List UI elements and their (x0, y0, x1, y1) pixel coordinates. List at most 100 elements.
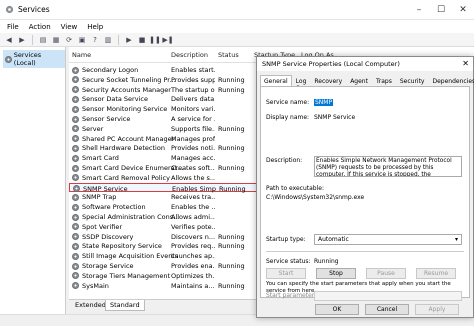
service-description: Maintains a... (171, 281, 215, 290)
service-name-cell: Special Administration Cons... (72, 213, 179, 221)
toolbar-separator (32, 34, 33, 45)
tab-traps[interactable]: Traps (372, 75, 396, 86)
service-name: Still Image Acquisition Events (82, 252, 179, 261)
service-name-cell: Still Image Acquisition Events (72, 252, 178, 260)
service-description: The startup o... (171, 85, 215, 94)
back-arrow-icon[interactable]: ◀ (4, 35, 14, 45)
gear-icon (72, 164, 79, 172)
service-name-label: Service name: (266, 99, 310, 106)
tab-recovery[interactable]: Recovery (310, 75, 346, 86)
stop-button[interactable]: Stop (316, 268, 356, 279)
ok-button[interactable]: OK (315, 304, 359, 315)
resume-button[interactable]: Resume (416, 268, 456, 279)
service-description: Allows the s... (171, 173, 215, 182)
start-parameters-input[interactable] (314, 291, 462, 301)
menu-action[interactable]: Action (29, 23, 51, 31)
service-name-cell: Software Protection (72, 203, 146, 211)
service-name-value[interactable]: SNMP (314, 99, 334, 106)
tab-standard[interactable]: Standard (105, 300, 145, 311)
service-description: Provides noti... (171, 144, 215, 153)
dialog-footer: OK Cancel Apply (257, 303, 473, 317)
service-name: State Repository Service (82, 242, 162, 251)
tab-security[interactable]: Security (396, 75, 429, 86)
service-name: Secure Socket Tunneling Pr... (82, 75, 176, 84)
help-icon[interactable]: ? (90, 35, 100, 45)
gear-icon (72, 135, 79, 143)
pause-service-icon[interactable]: ❚❚ (149, 35, 161, 45)
service-status: Running (218, 75, 245, 84)
restart-service-icon[interactable]: ▶❚ (162, 35, 173, 45)
cancel-button[interactable]: Cancel (365, 304, 409, 315)
tab-agent[interactable]: Agent (346, 75, 372, 86)
service-status-value: Running (314, 258, 339, 265)
menu-bar: File Action View Help (0, 20, 474, 33)
service-name-cell: Server (72, 125, 103, 133)
list-view-icon[interactable]: ▦ (51, 35, 61, 45)
gear-icon (72, 213, 79, 221)
console-tree: Services (Local) (0, 47, 66, 314)
start-button[interactable]: Start (266, 268, 306, 279)
stop-service-icon[interactable]: ■ (137, 35, 147, 45)
service-description: Launches ap... (171, 252, 215, 261)
apply-button[interactable]: Apply (415, 304, 459, 315)
start-service-icon[interactable]: ▶ (124, 35, 134, 45)
service-name-cell: SSDP Discovery (72, 233, 133, 241)
menu-file[interactable]: File (7, 23, 19, 31)
column-header-name[interactable]: Name (72, 51, 91, 62)
close-button[interactable]: ✕ (452, 0, 474, 20)
column-header-description[interactable]: Description (171, 51, 208, 62)
gear-icon (72, 76, 79, 84)
service-status-label: Service status: (266, 258, 311, 265)
toolbar-separator (118, 34, 119, 45)
dialog-titlebar: SNMP Service Properties (Local Computer)… (257, 57, 473, 71)
description-field[interactable]: Enables Simple Network Management Protoc… (314, 156, 462, 177)
service-name: Smart Card Removal Policy (82, 173, 170, 182)
service-name: Special Administration Cons... (82, 213, 180, 221)
maximize-button[interactable]: ☐ (430, 0, 452, 20)
service-name-cell: Sensor Monitoring Service (72, 105, 167, 113)
service-description: Provides req... (171, 242, 215, 251)
gear-icon (72, 193, 79, 201)
service-name-cell: Storage Service (72, 262, 134, 270)
export-list-icon[interactable]: ▣ (77, 35, 87, 45)
startup-type-select[interactable]: Automatic ▾ (314, 234, 462, 245)
service-name-cell: Spot Verifier (72, 223, 122, 231)
dialog-close-icon[interactable]: ✕ (462, 59, 469, 68)
gear-icon (72, 223, 79, 231)
menu-help[interactable]: Help (87, 23, 103, 31)
service-description: Delivers data... (171, 95, 215, 104)
column-header-status[interactable]: Status (218, 51, 239, 62)
service-description: Verifies pote... (171, 222, 215, 231)
refresh-icon[interactable]: ⟳ (64, 35, 74, 45)
startup-type-value: Automatic (318, 236, 349, 243)
service-name: Security Accounts Manager (82, 85, 171, 94)
pause-button[interactable]: Pause (366, 268, 406, 279)
menu-view[interactable]: View (61, 23, 78, 31)
tree-item-label: Services (Local) (13, 51, 42, 67)
service-description: Monitors vari... (171, 105, 215, 114)
service-name: Sensor Monitoring Service (82, 105, 168, 114)
gear-icon (72, 272, 79, 280)
minimize-button[interactable]: – (408, 0, 430, 20)
gear-icon (72, 115, 79, 123)
tree-item-services-local[interactable]: Services (Local) (3, 50, 65, 68)
service-name-cell: Smart Card Removal Policy (72, 174, 170, 182)
tab-general[interactable]: General (260, 75, 292, 86)
tab-dependencies[interactable]: Dependencies (428, 75, 474, 86)
gear-icon (72, 233, 79, 241)
window-controls: – ☐ ✕ (408, 0, 474, 20)
window-title: Services (18, 5, 50, 14)
tab-log-on[interactable]: Log On (292, 75, 311, 92)
properties-icon[interactable]: ▥ (103, 35, 113, 45)
service-status: Running (218, 124, 245, 133)
service-description: Supports file... (171, 124, 215, 133)
service-name: SNMP Service (83, 184, 128, 193)
console-tree-icon[interactable]: ▤ (38, 35, 48, 45)
forward-arrow-icon[interactable]: ▶ (17, 35, 27, 45)
service-description: Discovers n... (171, 232, 215, 241)
properties-dialog: SNMP Service Properties (Local Computer)… (256, 56, 474, 318)
service-name-cell: Smart Card (72, 154, 119, 162)
service-name-cell: SysMain (72, 282, 109, 290)
service-description: Enables Simple... (172, 184, 216, 193)
gear-icon (72, 86, 79, 94)
